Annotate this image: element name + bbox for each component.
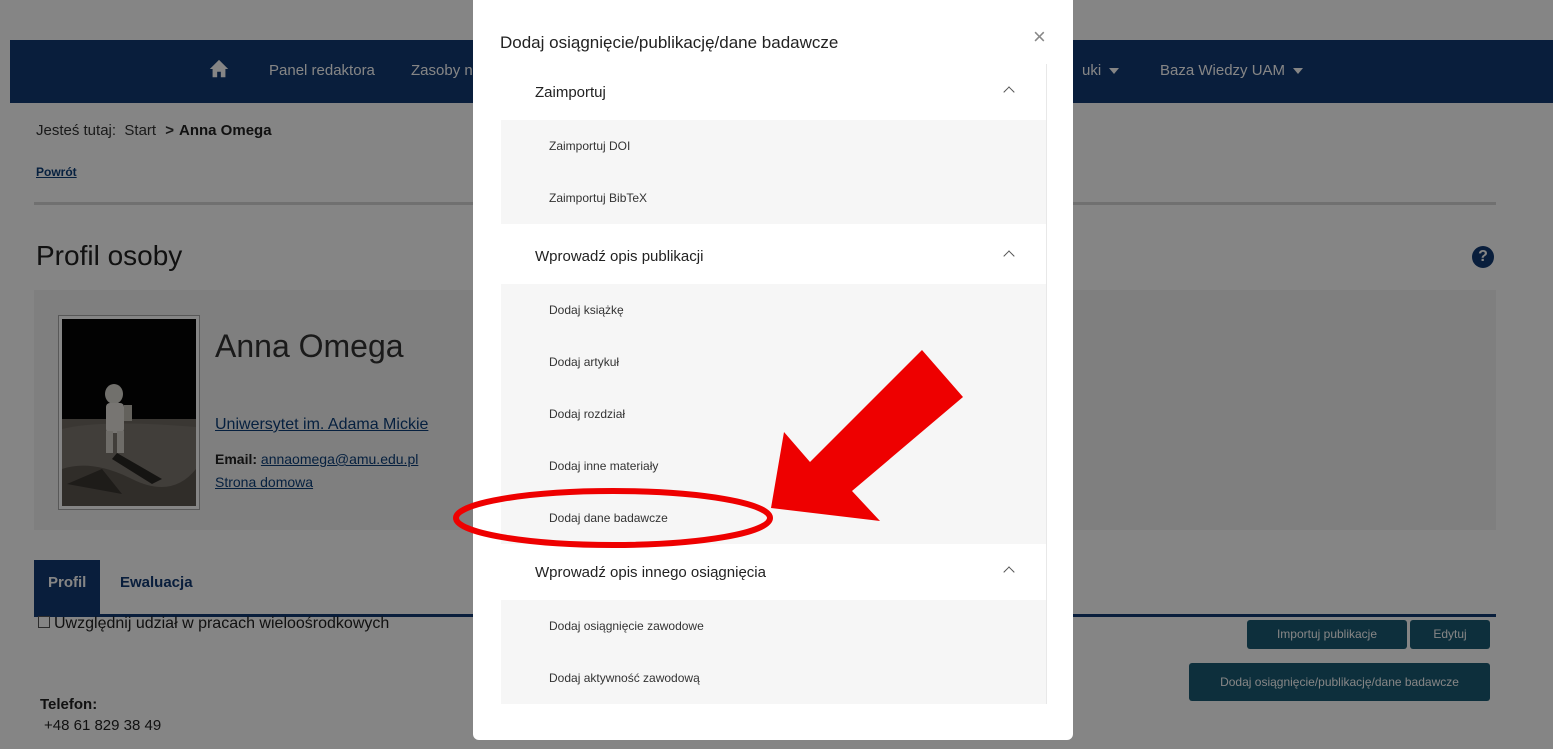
- menu-item-add-professional-achievement[interactable]: Dodaj osiągnięcie zawodowe: [501, 600, 1046, 652]
- section-opis-innego-osiagniecia[interactable]: Wprowadź opis innego osiągnięcia: [501, 544, 1046, 600]
- menu-item-label: Zaimportuj DOI: [549, 139, 631, 153]
- menu-item-label: Dodaj artykuł: [549, 355, 620, 369]
- menu-item-add-article[interactable]: Dodaj artykuł: [501, 336, 1046, 388]
- section-label: Wprowadź opis innego osiągnięcia: [535, 564, 766, 581]
- menu-item-label: Dodaj inne materiały: [549, 459, 659, 473]
- modal-title: Dodaj osiągnięcie/publikację/dane badawc…: [500, 33, 839, 52]
- section-opis-publikacji[interactable]: Wprowadź opis publikacji: [501, 228, 1046, 284]
- add-achievement-modal: Dodaj osiągnięcie/publikację/dane badawc…: [473, 0, 1073, 740]
- menu-item-label: Dodaj aktywność zawodową: [549, 671, 700, 685]
- section-zaimportuj[interactable]: Zaimportuj: [501, 64, 1046, 120]
- menu-item-add-book[interactable]: Dodaj książkę: [501, 284, 1046, 336]
- close-icon[interactable]: ×: [1033, 24, 1046, 50]
- chevron-up-icon: [1003, 566, 1015, 578]
- menu-item-add-other-materials[interactable]: Dodaj inne materiały: [501, 440, 1046, 492]
- menu-item-import-bibtex[interactable]: Zaimportuj BibTeX: [501, 172, 1046, 224]
- menu-item-label: Dodaj książkę: [549, 303, 624, 317]
- menu-item-label: Dodaj rozdział: [549, 407, 626, 421]
- modal-menu: Zaimportuj Zaimportuj DOI Zaimportuj Bib…: [501, 64, 1047, 704]
- menu-item-add-research-data[interactable]: Dodaj dane badawcze: [501, 492, 1046, 544]
- section-label: Wprowadź opis publikacji: [535, 248, 704, 265]
- menu-item-label: Zaimportuj BibTeX: [549, 191, 648, 205]
- menu-item-import-doi[interactable]: Zaimportuj DOI: [501, 120, 1046, 172]
- menu-item-add-professional-activity[interactable]: Dodaj aktywność zawodową: [501, 652, 1046, 704]
- menu-item-label: Dodaj osiągnięcie zawodowe: [549, 619, 704, 633]
- menu-item-label: Dodaj dane badawcze: [549, 511, 668, 525]
- chevron-up-icon: [1003, 250, 1015, 262]
- section-label: Zaimportuj: [535, 84, 606, 101]
- chevron-up-icon: [1003, 86, 1015, 98]
- menu-item-add-chapter[interactable]: Dodaj rozdział: [501, 388, 1046, 440]
